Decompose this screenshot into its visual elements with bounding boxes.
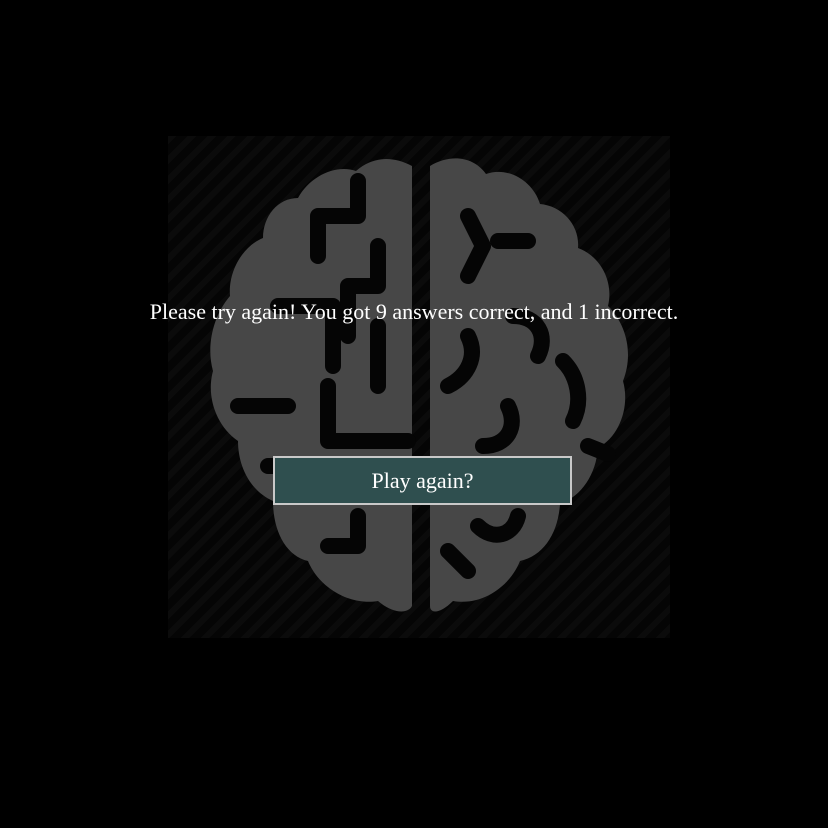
quiz-result-screen: Please try again! You got 9 answers corr… [0,0,828,828]
play-again-button[interactable]: Play again? [273,456,572,505]
brain-icon [210,158,628,612]
brain-illustration [168,136,670,638]
result-message: Please try again! You got 9 answers corr… [149,299,679,324]
brain-hemispheres [210,158,628,612]
